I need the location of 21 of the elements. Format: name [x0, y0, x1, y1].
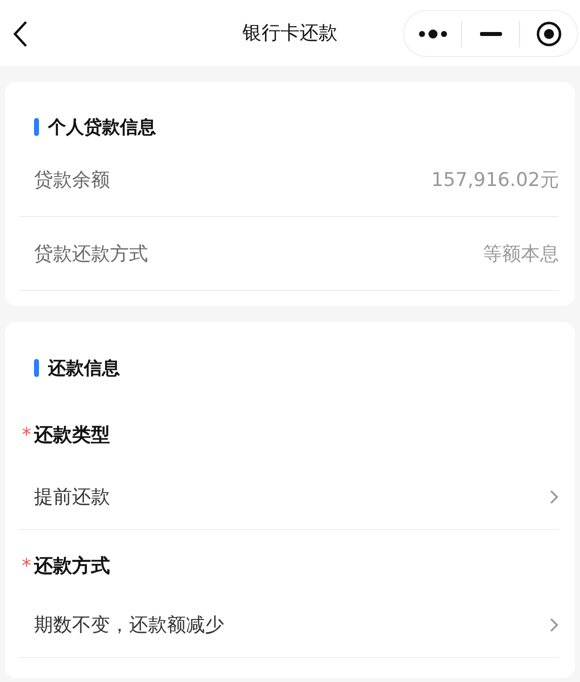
section-title: 还款信息 — [48, 357, 120, 380]
info-label: 贷款余额 — [34, 168, 110, 192]
section-marker — [34, 118, 39, 136]
more-icon[interactable] — [418, 28, 448, 38]
required-mark: * — [20, 555, 32, 577]
field-label: 还款方式 — [34, 554, 110, 579]
required-mark: * — [20, 424, 32, 446]
close-icon[interactable] — [536, 20, 562, 46]
back-icon[interactable] — [12, 20, 28, 48]
chevron-right-icon — [549, 488, 559, 504]
field-label: 还款类型 — [34, 423, 110, 448]
select-field[interactable]: 期数不变，还款额减少 — [19, 592, 559, 658]
chevron-right-icon — [549, 616, 559, 632]
page-title: 银行卡还款 — [242, 21, 338, 46]
section-title: 个人贷款信息 — [48, 116, 156, 139]
info-label: 贷款还款方式 — [34, 242, 148, 266]
section-marker — [34, 359, 39, 377]
minimize-icon[interactable] — [480, 32, 502, 36]
select-field[interactable]: 提前还款 — [19, 464, 559, 530]
info-value: 157,916.02元 — [431, 168, 559, 192]
info-value: 等额本息 — [483, 242, 559, 266]
